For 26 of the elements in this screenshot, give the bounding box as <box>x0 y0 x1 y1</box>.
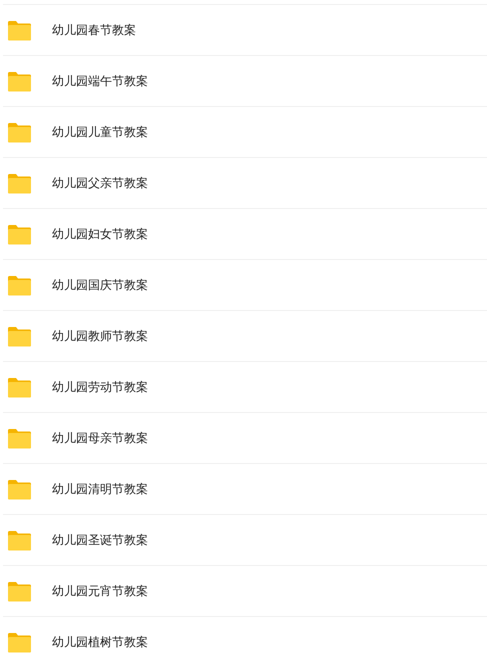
folder-name[interactable]: 幼儿园圣诞节教案 <box>52 531 148 549</box>
folder-icon[interactable] <box>7 326 32 346</box>
folder-name[interactable]: 幼儿园国庆节教案 <box>52 276 148 294</box>
folder-icon[interactable] <box>7 172 32 194</box>
folder-name[interactable]: 幼儿园母亲节教案 <box>52 429 148 447</box>
folder-icon[interactable] <box>7 478 32 500</box>
folder-name[interactable]: 幼儿园劳动节教案 <box>52 378 148 396</box>
folder-name[interactable]: 幼儿园儿童节教案 <box>52 123 148 141</box>
folder-name[interactable]: 幼儿园清明节教案 <box>52 480 148 498</box>
folder-icon[interactable] <box>7 428 32 448</box>
folder-name[interactable]: 幼儿园教师节教案 <box>52 327 148 345</box>
folder-icon[interactable] <box>7 274 32 296</box>
folder-icon[interactable] <box>7 580 32 602</box>
folder-name[interactable]: 幼儿园植树节教案 <box>52 633 148 651</box>
folder-icon[interactable] <box>7 376 32 398</box>
folder-icon[interactable] <box>7 632 32 652</box>
folder-name[interactable]: 幼儿园妇女节教案 <box>52 225 148 243</box>
folder-icon[interactable] <box>7 224 32 244</box>
folder-name[interactable]: 幼儿园端午节教案 <box>52 72 148 90</box>
folder-name[interactable]: 幼儿园元宵节教案 <box>52 582 148 600</box>
folder-icon[interactable] <box>7 122 32 142</box>
folder-icon[interactable] <box>7 70 32 92</box>
folder-icon[interactable] <box>7 20 32 40</box>
folder-icon[interactable] <box>7 530 32 550</box>
folder-name[interactable]: 幼儿园父亲节教案 <box>52 174 148 192</box>
folder-name[interactable]: 幼儿园春节教案 <box>52 21 136 39</box>
